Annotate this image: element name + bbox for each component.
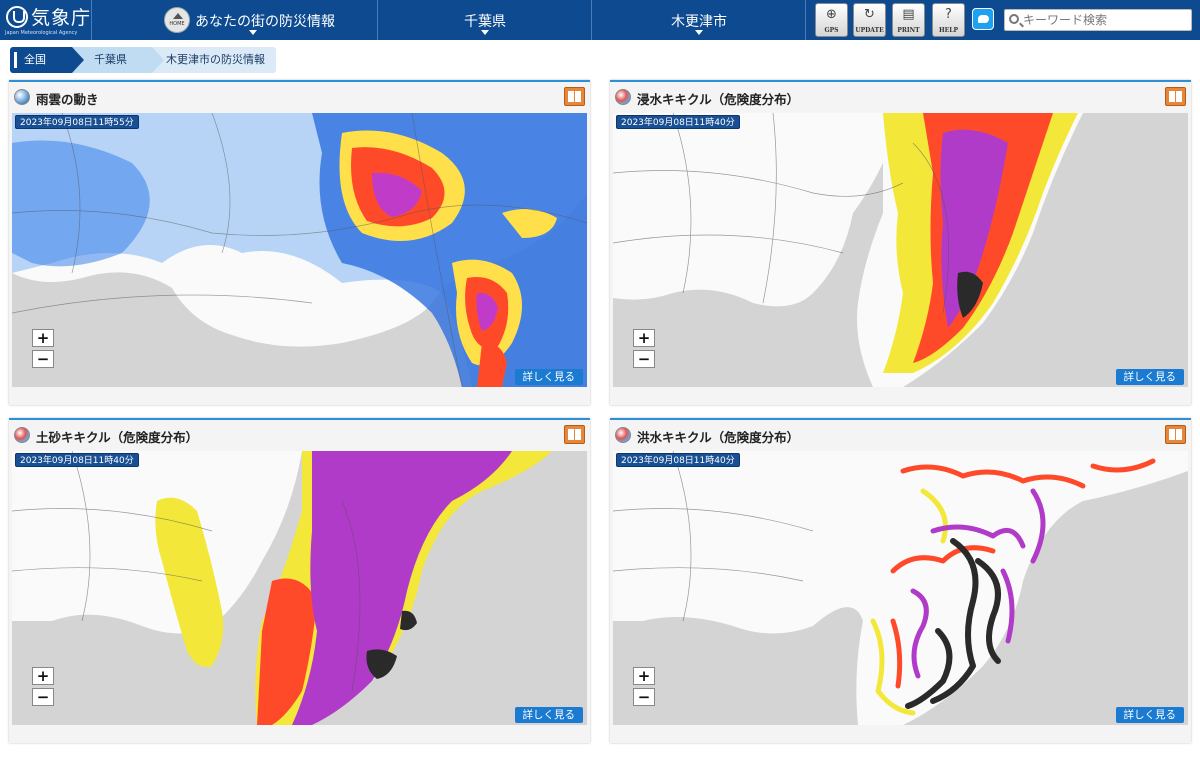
home-icon[interactable]: HOME xyxy=(164,7,190,33)
zoom-out-button[interactable]: − xyxy=(32,688,54,706)
search-input[interactable] xyxy=(1023,12,1187,28)
inundation-risk-panel: 浸水キキクル（危険度分布） 2023年09月08日11時40分 + − 詳しく見… xyxy=(610,80,1191,405)
inundation-risk-map[interactable]: 2023年09月08日11時40分 + − 詳しく見る xyxy=(613,113,1188,387)
search-icon xyxy=(1009,14,1019,24)
manual-book-icon[interactable] xyxy=(1165,87,1186,106)
gps-button[interactable]: ⊕ GPS xyxy=(815,3,848,37)
zoom-in-button[interactable]: + xyxy=(32,329,54,347)
details-button[interactable]: 詳しく見る xyxy=(1115,369,1184,385)
flood-risk-map[interactable]: 2023年09月08日11時40分 + − 詳しく見る xyxy=(613,451,1188,725)
zoom-in-button[interactable]: + xyxy=(32,667,54,685)
kikikuru-icon xyxy=(615,89,631,105)
nav-prefecture-label: 千葉県 xyxy=(464,14,506,30)
jma-logo[interactable]: 気象庁 Japan Meteorological Agency xyxy=(0,0,92,40)
rain-cloud-map-image xyxy=(12,113,587,387)
site-header: 気象庁 Japan Meteorological Agency HOME あなた… xyxy=(0,0,1200,40)
panel-header: 土砂キキクル（危険度分布） xyxy=(9,420,590,450)
help-button[interactable]: ? HELP xyxy=(932,3,965,37)
zoom-out-button[interactable]: − xyxy=(32,350,54,368)
twitter-icon[interactable] xyxy=(972,8,994,30)
zoom-in-button[interactable]: + xyxy=(633,667,655,685)
update-icon: ↻ xyxy=(864,7,875,22)
details-button[interactable]: 詳しく見る xyxy=(514,707,583,723)
landslide-risk-map[interactable]: 2023年09月08日11時40分 + − 詳しく見る xyxy=(12,451,587,725)
manual-book-icon[interactable] xyxy=(564,87,585,106)
panel-header: 雨雲の動き xyxy=(9,82,590,112)
breadcrumb-prefecture[interactable]: 千葉県 xyxy=(72,47,164,73)
help-icon: ? xyxy=(945,7,952,22)
panel-header: 洪水キキクル（危険度分布） xyxy=(610,420,1191,450)
map-timestamp: 2023年09月08日11時55分 xyxy=(15,115,139,129)
chevron-down-icon xyxy=(249,30,257,35)
kikikuru-icon xyxy=(615,427,631,443)
breadcrumb-city: 木更津市の防災情報 xyxy=(152,47,276,73)
panel-title: 土砂キキクル（危険度分布） xyxy=(36,430,199,445)
panel-title: 浸水キキクル（危険度分布） xyxy=(637,92,800,107)
agency-name: 気象庁 xyxy=(31,7,92,29)
nav-city[interactable]: 木更津市 xyxy=(593,0,806,40)
chevron-down-icon xyxy=(695,30,703,35)
search-box[interactable] xyxy=(1004,9,1192,31)
agency-name-en: Japan Meteorological Agency xyxy=(5,30,78,36)
nav-city-label: 木更津市 xyxy=(671,14,727,30)
inundation-risk-map-image xyxy=(613,113,1188,387)
zoom-in-button[interactable]: + xyxy=(633,329,655,347)
update-button[interactable]: ↻ UPDATE xyxy=(853,3,886,37)
nav-home[interactable]: HOME あなたの街の防災情報 xyxy=(93,0,378,40)
globe-icon xyxy=(14,89,30,105)
details-button[interactable]: 詳しく見る xyxy=(514,369,583,385)
gps-icon: ⊕ xyxy=(826,7,837,22)
nav-home-label: あなたの街の防災情報 xyxy=(195,14,335,30)
manual-book-icon[interactable] xyxy=(1165,425,1186,444)
print-button[interactable]: ▤ PRINT xyxy=(892,3,925,37)
map-timestamp: 2023年09月08日11時40分 xyxy=(15,453,139,467)
map-timestamp: 2023年09月08日11時40分 xyxy=(616,115,740,129)
landslide-risk-map-image xyxy=(12,451,587,725)
kikikuru-icon xyxy=(14,427,30,443)
panel-header: 浸水キキクル（危険度分布） xyxy=(610,82,1191,112)
rain-cloud-panel: 雨雲の動き 2023年09月08日11時55分 + − 詳しく見る xyxy=(9,80,590,405)
zoom-out-button[interactable]: − xyxy=(633,688,655,706)
details-button[interactable]: 詳しく見る xyxy=(1115,707,1184,723)
jma-logo-icon xyxy=(6,6,28,28)
map-timestamp: 2023年09月08日11時40分 xyxy=(616,453,740,467)
panel-title: 雨雲の動き xyxy=(36,92,99,107)
panel-title: 洪水キキクル（危険度分布） xyxy=(637,430,800,445)
manual-book-icon[interactable] xyxy=(564,425,585,444)
rain-cloud-map[interactable]: 2023年09月08日11時55分 + − 詳しく見る xyxy=(12,113,587,387)
zoom-out-button[interactable]: − xyxy=(633,350,655,368)
chevron-down-icon xyxy=(481,30,489,35)
landslide-risk-panel: 土砂キキクル（危険度分布） 2023年09月08日11時40分 + − 詳しく見… xyxy=(9,418,590,743)
flood-risk-map-image xyxy=(613,451,1188,725)
nav-prefecture[interactable]: 千葉県 xyxy=(379,0,592,40)
breadcrumb-national[interactable]: 全国 xyxy=(10,47,84,73)
flood-risk-panel: 洪水キキクル（危険度分布） 2023年09月08日11時40分 + − 詳しく見… xyxy=(610,418,1191,743)
print-icon: ▤ xyxy=(902,7,915,22)
